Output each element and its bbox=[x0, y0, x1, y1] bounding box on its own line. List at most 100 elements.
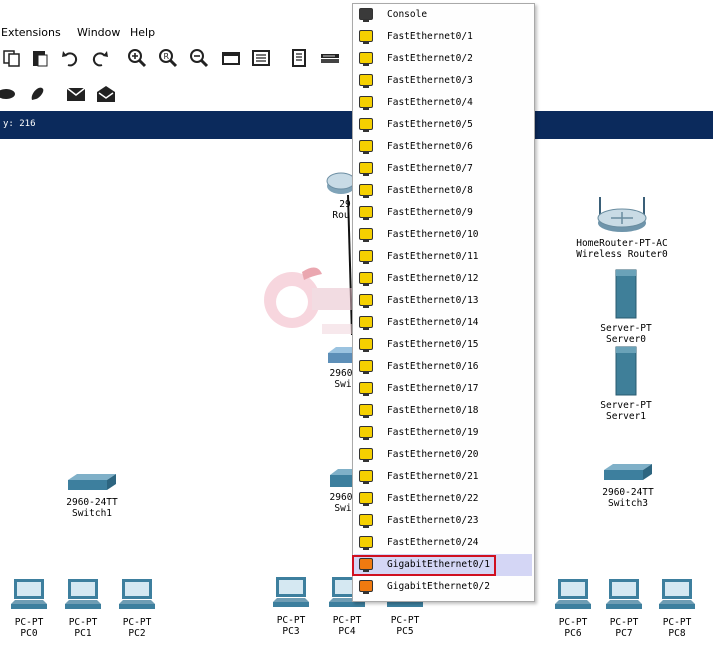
port-menu-item[interactable]: GigabitEthernet0/2 bbox=[354, 576, 532, 598]
drawing-palette-icon[interactable] bbox=[219, 47, 243, 69]
zoom-out-icon[interactable] bbox=[187, 47, 211, 69]
port-menu-item[interactable]: FastEthernet0/6 bbox=[354, 136, 532, 158]
copy-icon[interactable] bbox=[0, 47, 24, 69]
pc-icon bbox=[606, 579, 642, 609]
port-menu-item[interactable]: FastEthernet0/4 bbox=[354, 92, 532, 114]
freeform-icon[interactable] bbox=[26, 83, 50, 105]
menu-help[interactable]: Help bbox=[130, 26, 155, 39]
port-selection-menu: Console FastEthernet0/1 FastEthernet0/2 Fas… bbox=[352, 3, 535, 602]
port-menu-item[interactable]: FastEthernet0/24 bbox=[354, 532, 532, 554]
server-icon bbox=[615, 269, 637, 319]
zoom-in-icon[interactable] bbox=[125, 47, 149, 69]
port-menu-item-label: FastEthernet0/19 bbox=[387, 427, 479, 438]
pc-icon bbox=[659, 579, 695, 609]
pc-device[interactable]: PC-PT PC6 bbox=[552, 578, 594, 639]
server1-model-label: Server-PT bbox=[600, 400, 652, 411]
add-complex-pdu-icon[interactable] bbox=[94, 83, 118, 105]
pc-device[interactable]: PC-PT PC1 bbox=[62, 578, 104, 639]
switch1-device[interactable]: 2960-24TT Switch1 bbox=[60, 473, 124, 519]
pc-device[interactable]: PC-PT PC7 bbox=[603, 578, 645, 639]
port-menu-item[interactable]: FastEthernet0/9 bbox=[354, 202, 532, 224]
pc-name-label: PC7 bbox=[615, 628, 633, 639]
switch2-device[interactable]: 2960 Swi bbox=[328, 467, 354, 514]
port-menu-item[interactable]: FastEthernet0/19 bbox=[354, 422, 532, 444]
svg-text:R: R bbox=[164, 52, 170, 61]
custom-device-icon[interactable] bbox=[249, 47, 273, 69]
server0-device[interactable]: Server-PT Server0 bbox=[596, 268, 656, 345]
port-menu-item[interactable]: FastEthernet0/16 bbox=[354, 356, 532, 378]
port-menu-item-label: FastEthernet0/14 bbox=[387, 317, 479, 328]
port-menu-item-label: FastEthernet0/1 bbox=[387, 31, 473, 42]
pc-device[interactable]: PC-PT PC0 bbox=[8, 578, 50, 639]
port-menu-item-label: FastEthernet0/9 bbox=[387, 207, 473, 218]
port-menu-item[interactable]: FastEthernet0/5 bbox=[354, 114, 532, 136]
port-menu-item[interactable]: FastEthernet0/23 bbox=[354, 510, 532, 532]
port-menu-item[interactable]: FastEthernet0/11 bbox=[354, 246, 532, 268]
switch3-device[interactable]: 2960-24TT Switch3 bbox=[596, 463, 660, 509]
ethernet-port-icon bbox=[359, 272, 373, 286]
port-menu-item[interactable]: FastEthernet0/8 bbox=[354, 180, 532, 202]
pc-device[interactable]: PC-PT PC2 bbox=[116, 578, 158, 639]
pc-icon bbox=[273, 577, 309, 607]
server1-name-label: Server1 bbox=[605, 411, 647, 422]
pc-device[interactable]: PC-PT PC8 bbox=[656, 578, 698, 639]
ethernet-port-icon bbox=[359, 30, 373, 44]
port-menu-item[interactable]: GigabitEthernet0/1 bbox=[354, 554, 532, 576]
switch-icon bbox=[330, 469, 354, 487]
undo-icon[interactable] bbox=[58, 47, 82, 69]
ellipse-icon[interactable] bbox=[0, 83, 18, 105]
port-menu-item[interactable]: FastEthernet0/12 bbox=[354, 268, 532, 290]
ethernet-port-icon bbox=[359, 294, 373, 308]
ethernet-port-icon bbox=[359, 492, 373, 506]
pc-device[interactable]: PC-PT PC3 bbox=[270, 576, 312, 637]
ethernet-port-icon bbox=[359, 558, 373, 572]
menu-extensions[interactable]: Extensions bbox=[1, 26, 61, 39]
ethernet-port-icon bbox=[359, 206, 373, 220]
zoom-reset-icon[interactable]: R bbox=[156, 47, 180, 69]
port-menu-item[interactable]: FastEthernet0/13 bbox=[354, 290, 532, 312]
port-menu-item[interactable]: FastEthernet0/18 bbox=[354, 400, 532, 422]
ethernet-port-icon bbox=[359, 580, 373, 594]
switch3-model-label: 2960-24TT bbox=[602, 487, 654, 498]
pc-model-label: PC-PT bbox=[68, 617, 98, 628]
ethernet-port-icon bbox=[359, 426, 373, 440]
port-menu-item[interactable]: FastEthernet0/15 bbox=[354, 334, 532, 356]
port-menu-item-label: FastEthernet0/22 bbox=[387, 493, 479, 504]
ethernet-port-icon bbox=[359, 338, 373, 352]
port-menu-item-label: FastEthernet0/6 bbox=[387, 141, 473, 152]
cluster-icon[interactable] bbox=[318, 47, 342, 69]
pc-name-label: PC0 bbox=[20, 628, 38, 639]
home-router-model-label: HomeRouter-PT-AC bbox=[576, 238, 668, 249]
cursor-coordinates: y: 216 bbox=[3, 119, 36, 129]
redo-icon[interactable] bbox=[88, 47, 112, 69]
pc-name-label: PC1 bbox=[74, 628, 92, 639]
pc-name-label: PC4 bbox=[338, 626, 356, 637]
port-menu-item[interactable]: FastEthernet0/17 bbox=[354, 378, 532, 400]
home-router-device[interactable]: HomeRouter-PT-AC Wireless Router0 bbox=[572, 193, 672, 260]
port-menu-item-label: FastEthernet0/24 bbox=[387, 537, 479, 548]
port-menu-item-label: FastEthernet0/4 bbox=[387, 97, 473, 108]
port-menu-item[interactable]: FastEthernet0/14 bbox=[354, 312, 532, 334]
server0-model-label: Server-PT bbox=[600, 323, 652, 334]
port-menu-item[interactable]: FastEthernet0/21 bbox=[354, 466, 532, 488]
server1-device[interactable]: Server-PT Server1 bbox=[596, 345, 656, 422]
notes-icon[interactable] bbox=[287, 47, 311, 69]
port-menu-item[interactable]: FastEthernet0/20 bbox=[354, 444, 532, 466]
port-menu-item[interactable]: FastEthernet0/10 bbox=[354, 224, 532, 246]
paste-icon[interactable] bbox=[28, 47, 52, 69]
wireless-router-icon bbox=[597, 197, 647, 232]
ethernet-port-icon bbox=[359, 162, 373, 176]
pc-model-label: PC-PT bbox=[609, 617, 639, 628]
port-menu-item[interactable]: FastEthernet0/1 bbox=[354, 26, 532, 48]
ethernet-port-icon bbox=[359, 470, 373, 484]
pc-model-label: PC-PT bbox=[122, 617, 152, 628]
add-pdu-icon[interactable] bbox=[64, 83, 88, 105]
port-menu-item[interactable]: FastEthernet0/2 bbox=[354, 48, 532, 70]
port-menu-item[interactable]: FastEthernet0/3 bbox=[354, 70, 532, 92]
menu-window[interactable]: Window bbox=[77, 26, 120, 39]
port-menu-item[interactable]: Console bbox=[354, 4, 532, 26]
port-menu-item[interactable]: FastEthernet0/7 bbox=[354, 158, 532, 180]
pc-model-label: PC-PT bbox=[662, 617, 692, 628]
server-icon bbox=[615, 346, 637, 396]
port-menu-item[interactable]: FastEthernet0/22 bbox=[354, 488, 532, 510]
